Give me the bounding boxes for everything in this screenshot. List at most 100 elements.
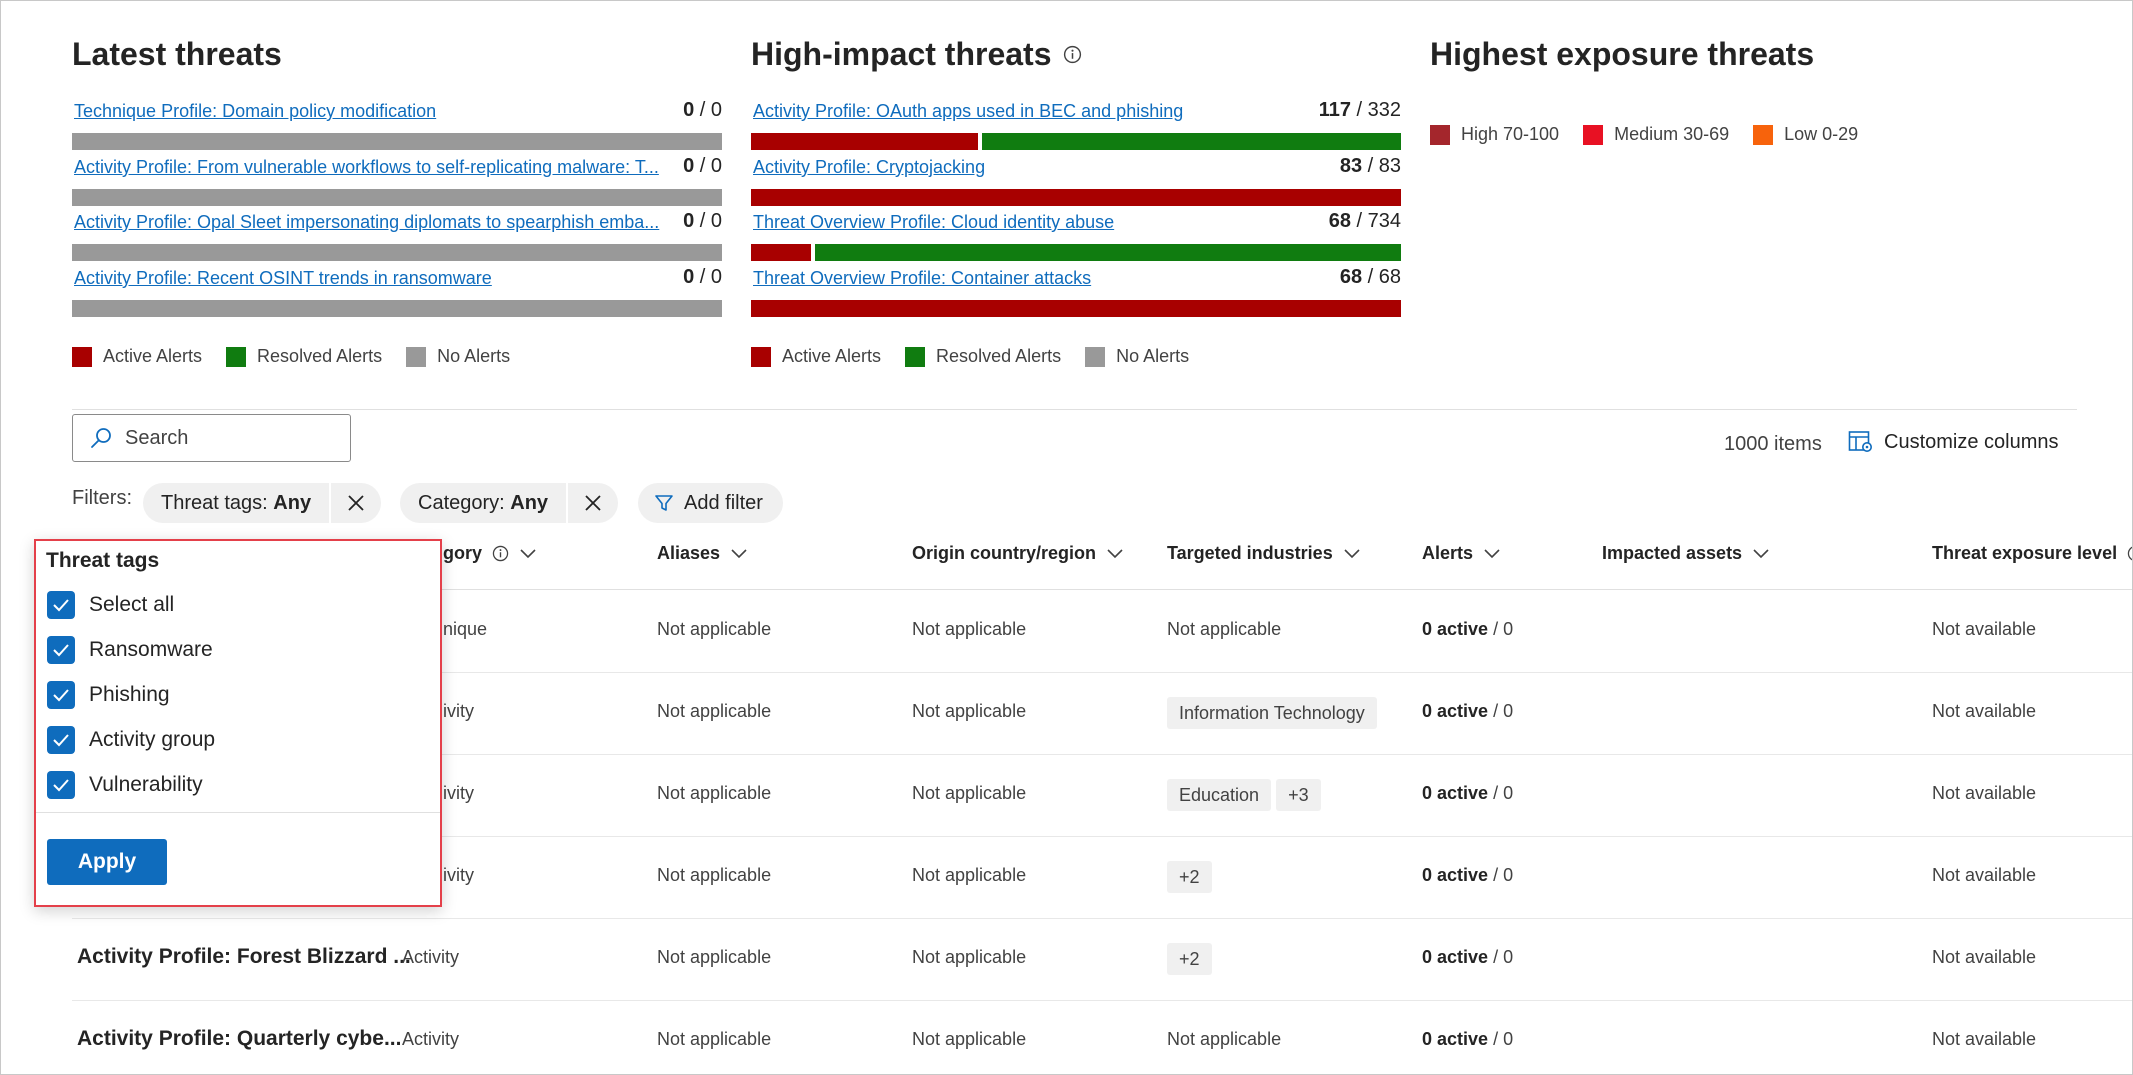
threat-tags-filter-chip[interactable]: Threat tags: Any [143,483,382,523]
high-impact-threat-row: Activity Profile: OAuth apps used in BEC… [751,99,1401,157]
high-impact-threat-alert-bar [751,300,1401,317]
latest-threat-alert-bar [72,244,722,261]
threat-tag-option-label: Select all [89,593,175,616]
threat-tag-option-label: Vulnerability [89,773,203,796]
targeted-industries-cell: Not applicable [1167,1029,1282,1049]
category-cell: Activity [402,1029,460,1049]
high-impact-threat-link[interactable]: Activity Profile: OAuth apps used in BEC… [753,101,1343,122]
filter-icon [655,495,673,511]
customize-columns-icon [1848,431,1872,452]
active-swatch [72,346,92,367]
origin-cell: Not applicable [912,865,1027,885]
legend-none: No Alerts [1085,346,1189,367]
threat-tag-option[interactable]: Ransomware [47,636,213,664]
latest-threat-alert-count: 0 / 0 [683,99,722,121]
checkbox[interactable] [47,726,75,754]
high-impact-threat-link[interactable]: Activity Profile: Cryptojacking [753,157,1343,178]
origin-cell: Not applicable [912,701,1027,721]
latest-threat-row: Technique Profile: Domain policy modific… [72,99,722,157]
no-alerts-segment [72,189,722,206]
high-impact-threat-link[interactable]: Threat Overview Profile: Container attac… [753,268,1343,289]
high-impact-threats-card: High-impact threats [751,31,1082,77]
column-header-category[interactable]: gory [443,543,537,564]
filters-label: Filters: [72,487,132,509]
active-swatch [751,346,771,367]
apply-button[interactable]: Apply [47,839,167,885]
latest-threat-link[interactable]: Activity Profile: Opal Sleet impersonati… [74,212,664,233]
latest-threats-title: Latest threats [72,35,282,72]
latest-threat-alert-bar [72,133,722,150]
threat-name-cell[interactable]: Activity Profile: Quarterly cybe... [77,1027,401,1051]
search-box[interactable]: Search [72,414,351,462]
exposure-legend: High 70-100 Medium 30-69 Low 0-29 [1430,124,1858,145]
industry-tag: +3 [1276,779,1321,811]
no-alerts-segment [72,133,722,150]
high-impact-threat-row: Threat Overview Profile: Cloud identity … [751,210,1401,268]
threat-tag-option[interactable]: Activity group [47,726,215,754]
industry-tag: Education [1167,779,1272,811]
threat-name-cell[interactable]: Activity Profile: Forest Blizzard ... [77,945,411,969]
checkbox[interactable] [47,681,75,709]
high-impact-threat-link[interactable]: Threat Overview Profile: Cloud identity … [753,212,1343,233]
add-filter-button[interactable]: Add filter [638,483,783,523]
customize-columns-button[interactable]: Customize columns [1848,430,2059,454]
threat-tags-dropdown-title: Threat tags [46,549,160,572]
latest-threat-link[interactable]: Activity Profile: Recent OSINT trends in… [74,268,664,289]
threat-tag-option[interactable]: Phishing [47,681,170,709]
high-impact-threats-legend: Active Alerts Resolved Alerts No Alerts [751,346,1189,367]
category-cell: nique [443,619,488,639]
latest-threat-alert-count: 0 / 0 [683,155,722,177]
industry-tag: Information Technology [1167,697,1377,729]
search-input[interactable]: Search [125,427,188,450]
alerts-cell: 0 active / 0 [1422,1029,1514,1049]
no-alerts-segment [72,244,722,261]
high-impact-threat-alert-count: 68 / 68 [1339,266,1401,288]
close-icon [348,495,364,511]
remove-threat-tags-filter-button[interactable] [329,483,381,523]
checkbox[interactable] [47,636,75,664]
industry-tag: +2 [1167,861,1212,893]
remove-category-filter-button[interactable] [566,483,618,523]
threat-analytics-page: Latest threats Technique Profile: Domain… [0,0,2133,1075]
checkmark-icon [53,689,69,702]
category-filter-chip[interactable]: Category: Any [400,483,619,523]
medium-swatch [1583,124,1604,145]
legend-resolved: Resolved Alerts [226,346,382,367]
latest-threat-alert-count: 0 / 0 [683,266,722,288]
origin-cell: Not applicable [912,1029,1027,1049]
active-alerts-segment [751,300,1401,317]
latest-threat-row: Activity Profile: From vulnerable workfl… [72,155,722,213]
checkmark-icon [53,599,69,612]
no-alerts-segment [72,300,722,317]
category-cell: ivity [443,783,474,803]
high-impact-threat-alert-count: 68 / 734 [1328,210,1401,232]
legend-none: No Alerts [406,346,510,367]
column-header-alerts[interactable]: Alerts [1422,543,1501,564]
info-icon[interactable] [492,545,509,562]
column-header-aliases[interactable]: Aliases [657,543,748,564]
checkbox[interactable] [47,591,75,619]
resolved-swatch [905,346,926,367]
latest-threats-card: Latest threats [72,31,282,77]
latest-threat-link[interactable]: Technique Profile: Domain policy modific… [74,101,664,122]
column-header-origin[interactable]: Origin country/region [912,543,1124,564]
resolved-alerts-segment [982,133,1401,150]
high-impact-threat-alert-count: 83 / 83 [1339,155,1401,177]
info-icon[interactable] [2127,545,2133,562]
column-header-targeted-industries[interactable]: Targeted industries [1167,543,1361,564]
threat-tag-option[interactable]: Vulnerability [47,771,203,799]
threat-tags-dropdown: Threat tags Select all Ransomware Phishing… [34,539,442,907]
active-alerts-segment [751,189,1401,206]
high-swatch [1430,124,1450,145]
customize-columns-label: Customize columns [1884,430,2059,453]
threat-tag-option-label: Phishing [89,683,170,706]
threat-tag-option[interactable]: Select all [47,591,174,619]
active-alerts-segment [751,133,978,150]
latest-threat-link[interactable]: Activity Profile: From vulnerable workfl… [74,157,664,178]
column-header-threat-exposure-level[interactable]: Threat exposure level [1932,543,2133,564]
info-icon[interactable] [1063,45,1082,64]
add-filter-label: Add filter [684,491,763,514]
threat-exposure-cell: Not available [1932,947,2037,967]
column-header-impacted-assets[interactable]: Impacted assets [1602,543,1770,564]
checkbox[interactable] [47,771,75,799]
